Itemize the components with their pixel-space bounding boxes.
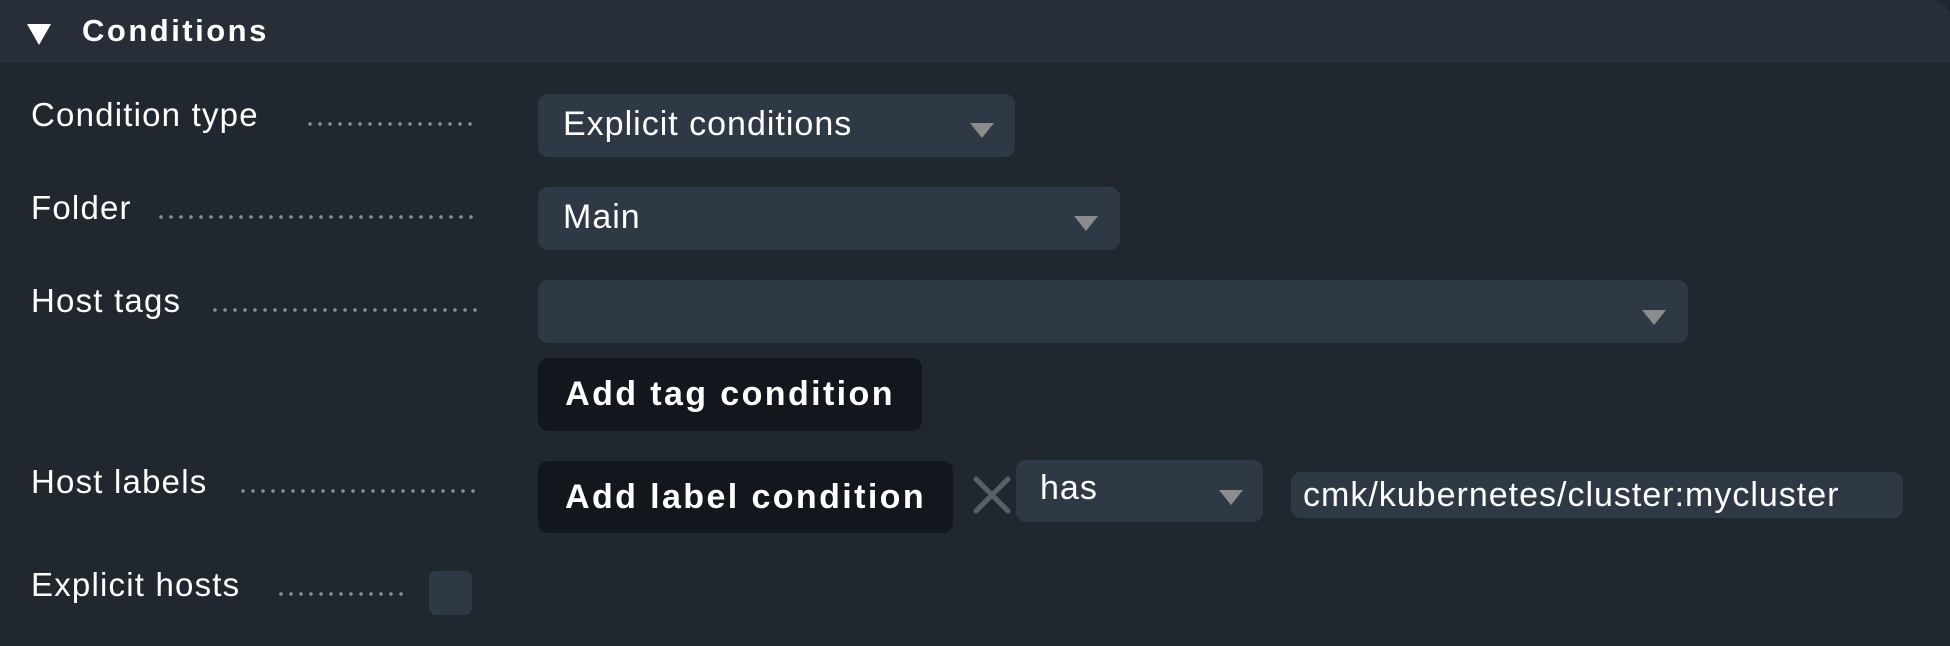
dropdown-arrow-icon: [1074, 216, 1098, 231]
host-tags-select[interactable]: [538, 280, 1688, 343]
host-labels-label: Host labels: [31, 463, 208, 500]
explicit-hosts-checkbox[interactable]: [429, 571, 472, 615]
explicit-hosts-label: Explicit hosts: [31, 566, 241, 603]
section-header[interactable]: Conditions: [0, 0, 1950, 63]
add-label-condition-button[interactable]: Add label condition: [538, 461, 953, 533]
conditions-panel: Conditions Condition type Explicit condi…: [0, 0, 1950, 646]
leader-dots: [210, 308, 478, 312]
host-tags-label: Host tags: [31, 282, 182, 319]
triangle-down-icon[interactable]: [27, 24, 51, 45]
condition-type-value: Explicit conditions: [563, 105, 853, 143]
folder-select[interactable]: Main: [538, 187, 1120, 250]
label-value-input[interactable]: cmk/kubernetes/cluster:mycluster: [1291, 472, 1903, 518]
leader-dots: [276, 592, 409, 596]
folder-value: Main: [563, 198, 641, 236]
section-title: Conditions: [82, 13, 269, 48]
dropdown-arrow-icon: [1642, 310, 1666, 325]
leader-dots: [305, 122, 478, 126]
leader-dots: [156, 215, 478, 219]
condition-type-select[interactable]: Explicit conditions: [538, 94, 1015, 157]
dropdown-arrow-icon: [970, 123, 994, 138]
condition-type-label: Condition type: [31, 96, 259, 133]
leader-dots: [238, 489, 478, 493]
add-tag-condition-button[interactable]: Add tag condition: [538, 358, 922, 431]
x-icon[interactable]: [972, 476, 1012, 514]
label-operator-select[interactable]: has: [1016, 460, 1263, 522]
dropdown-arrow-icon: [1219, 490, 1243, 505]
folder-label: Folder: [31, 189, 132, 226]
label-operator-value: has: [1040, 469, 1098, 507]
